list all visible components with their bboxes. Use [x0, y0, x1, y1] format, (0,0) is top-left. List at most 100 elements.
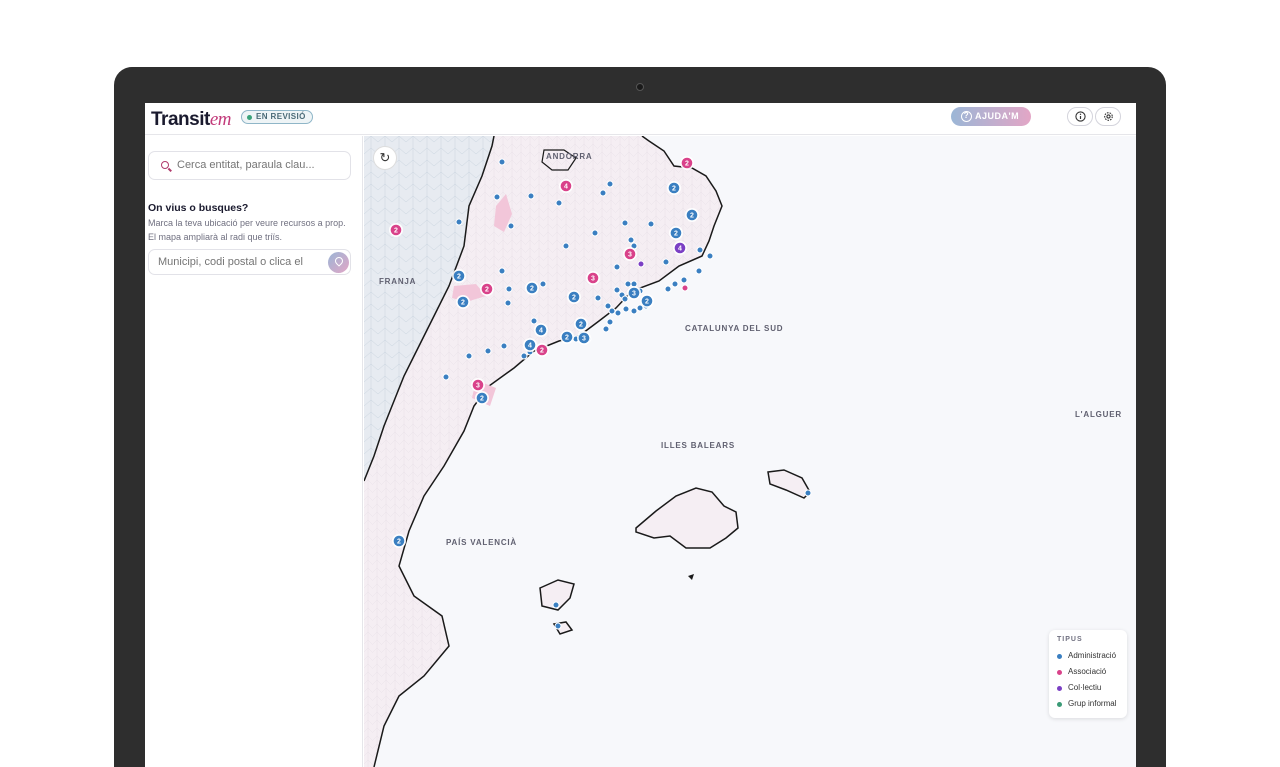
legend-swatch	[1057, 654, 1062, 659]
map-point-admin[interactable]	[630, 307, 638, 315]
legend-item-administracio[interactable]: Administració	[1057, 648, 1119, 664]
map-point-admin[interactable]	[671, 280, 679, 288]
location-input[interactable]	[158, 256, 328, 268]
map-point-admin[interactable]	[591, 229, 599, 237]
map-point-admin[interactable]	[606, 180, 614, 188]
map-cluster-admin[interactable]: 2	[567, 290, 581, 304]
cluster-count: 2	[572, 295, 576, 302]
app-logo[interactable]: Transitem	[151, 109, 231, 131]
map-cluster-admin[interactable]: 2	[640, 294, 654, 308]
map-cluster-assoc[interactable]: 2	[680, 156, 694, 170]
map-legend: TIPUS Administració Associació Col·lecti…	[1049, 630, 1127, 718]
info-button[interactable]	[1067, 107, 1093, 126]
map-point-admin[interactable]	[504, 299, 512, 307]
map-point-admin[interactable]	[498, 158, 506, 166]
map-point-admin[interactable]	[530, 317, 538, 325]
map-cluster-admin[interactable]: 2	[685, 208, 699, 222]
sidebar: On vius o busques? Marca la teva ubicaci…	[145, 136, 363, 767]
map-point-admin[interactable]	[627, 236, 635, 244]
cluster-count: 4	[528, 343, 532, 350]
map-point-admin[interactable]	[614, 309, 622, 317]
map-point-admin[interactable]	[622, 305, 630, 313]
map-point-admin[interactable]	[552, 601, 560, 609]
help-button[interactable]: ? AJUDA'M	[951, 107, 1031, 126]
map-cluster-admin[interactable]: 3	[577, 331, 591, 345]
map-point-admin[interactable]	[594, 294, 602, 302]
map-point-admin[interactable]	[484, 347, 492, 355]
map-cluster-admin[interactable]: 2	[452, 269, 466, 283]
map-point-admin[interactable]	[527, 192, 535, 200]
map-cluster-admin[interactable]: 2	[525, 281, 539, 295]
search-input[interactable]	[177, 159, 347, 171]
map-cluster-admin[interactable]: 2	[392, 534, 406, 548]
laptop-frame: Transitem EN REVISIÓ ?AJUDA'M On vius o …	[114, 67, 1166, 767]
map-cluster-admin[interactable]: 2	[574, 317, 588, 331]
map-cluster-assoc[interactable]: 3	[586, 271, 600, 285]
map-point-admin[interactable]	[602, 325, 610, 333]
map-cluster-admin[interactable]: 2	[456, 295, 470, 309]
cluster-count: 2	[674, 231, 678, 238]
map-point-admin[interactable]	[599, 189, 607, 197]
map-cluster-assoc[interactable]: 2	[480, 282, 494, 296]
cluster-count: 2	[565, 335, 569, 342]
map-view[interactable]: ↻ ANDORRA FRANJA CATALUNYA DEL SUD L'ALG…	[364, 136, 1136, 767]
map-point-admin[interactable]	[621, 219, 629, 227]
map-cluster-admin[interactable]: 2	[667, 181, 681, 195]
map-cluster-assoc[interactable]: 3	[471, 378, 485, 392]
map-point-admin[interactable]	[662, 258, 670, 266]
map-point-admin[interactable]	[624, 280, 632, 288]
map-point-admin[interactable]	[613, 263, 621, 271]
map-point-admin[interactable]	[498, 267, 506, 275]
map-point-admin[interactable]	[507, 222, 515, 230]
map-cluster-assoc[interactable]: 3	[623, 247, 637, 261]
map-point-admin[interactable]	[520, 352, 528, 360]
locate-me-button[interactable]	[328, 252, 349, 273]
map-cluster-assoc[interactable]: 2	[535, 343, 549, 357]
map-cluster-admin[interactable]: 2	[475, 391, 489, 405]
map-point-admin[interactable]	[613, 286, 621, 294]
map-cluster-admin[interactable]: 2	[560, 330, 574, 344]
legend-item-grup-informal[interactable]: Grup informal	[1057, 696, 1119, 712]
location-box[interactable]	[148, 249, 351, 275]
legend-item-collectiu[interactable]: Col·lectiu	[1057, 680, 1119, 696]
map-cluster-collectiu[interactable]: 4	[673, 241, 687, 255]
map-point-admin[interactable]	[664, 285, 672, 293]
camera-icon	[636, 83, 644, 91]
map-point-admin[interactable]	[505, 285, 513, 293]
map-cluster-admin[interactable]: 3	[627, 286, 641, 300]
map-point-admin[interactable]	[696, 246, 704, 254]
map-point-admin[interactable]	[621, 295, 629, 303]
info-icon	[1074, 111, 1086, 122]
settings-button[interactable]	[1095, 107, 1121, 126]
legend-item-associacio[interactable]: Associació	[1057, 664, 1119, 680]
map-point-admin[interactable]	[695, 267, 703, 275]
map-point-admin[interactable]	[539, 280, 547, 288]
map-point-admin[interactable]	[804, 489, 812, 497]
map-point-admin[interactable]	[608, 307, 616, 315]
map-point-admin[interactable]	[680, 276, 688, 284]
map-point-admin[interactable]	[554, 622, 562, 630]
map-point-admin[interactable]	[562, 242, 570, 250]
search-icon	[161, 161, 169, 169]
map-point-admin[interactable]	[455, 218, 463, 226]
map-cluster-admin[interactable]: 4	[534, 323, 548, 337]
map-cluster-assoc[interactable]: 2	[389, 223, 403, 237]
status-dot-icon	[247, 115, 252, 120]
map-point-collectiu[interactable]	[637, 260, 645, 268]
map-point-admin[interactable]	[493, 193, 501, 201]
map-point-admin[interactable]	[442, 373, 450, 381]
search-box[interactable]	[148, 151, 351, 180]
map-point-admin[interactable]	[706, 252, 714, 260]
map-point-admin[interactable]	[647, 220, 655, 228]
map-point-admin[interactable]	[606, 318, 614, 326]
map-point-admin[interactable]	[555, 199, 563, 207]
help-button-label: AJUDA'M	[975, 111, 1020, 121]
cluster-count: 2	[645, 299, 649, 306]
map-point-admin[interactable]	[500, 342, 508, 350]
map-point-admin[interactable]	[465, 352, 473, 360]
legend-title: TIPUS	[1057, 636, 1083, 643]
map-cluster-assoc[interactable]: 4	[559, 179, 573, 193]
map-cluster-admin[interactable]: 2	[669, 226, 683, 240]
map-point-assoc[interactable]	[681, 284, 689, 292]
map-cluster-admin[interactable]: 4	[523, 338, 537, 352]
